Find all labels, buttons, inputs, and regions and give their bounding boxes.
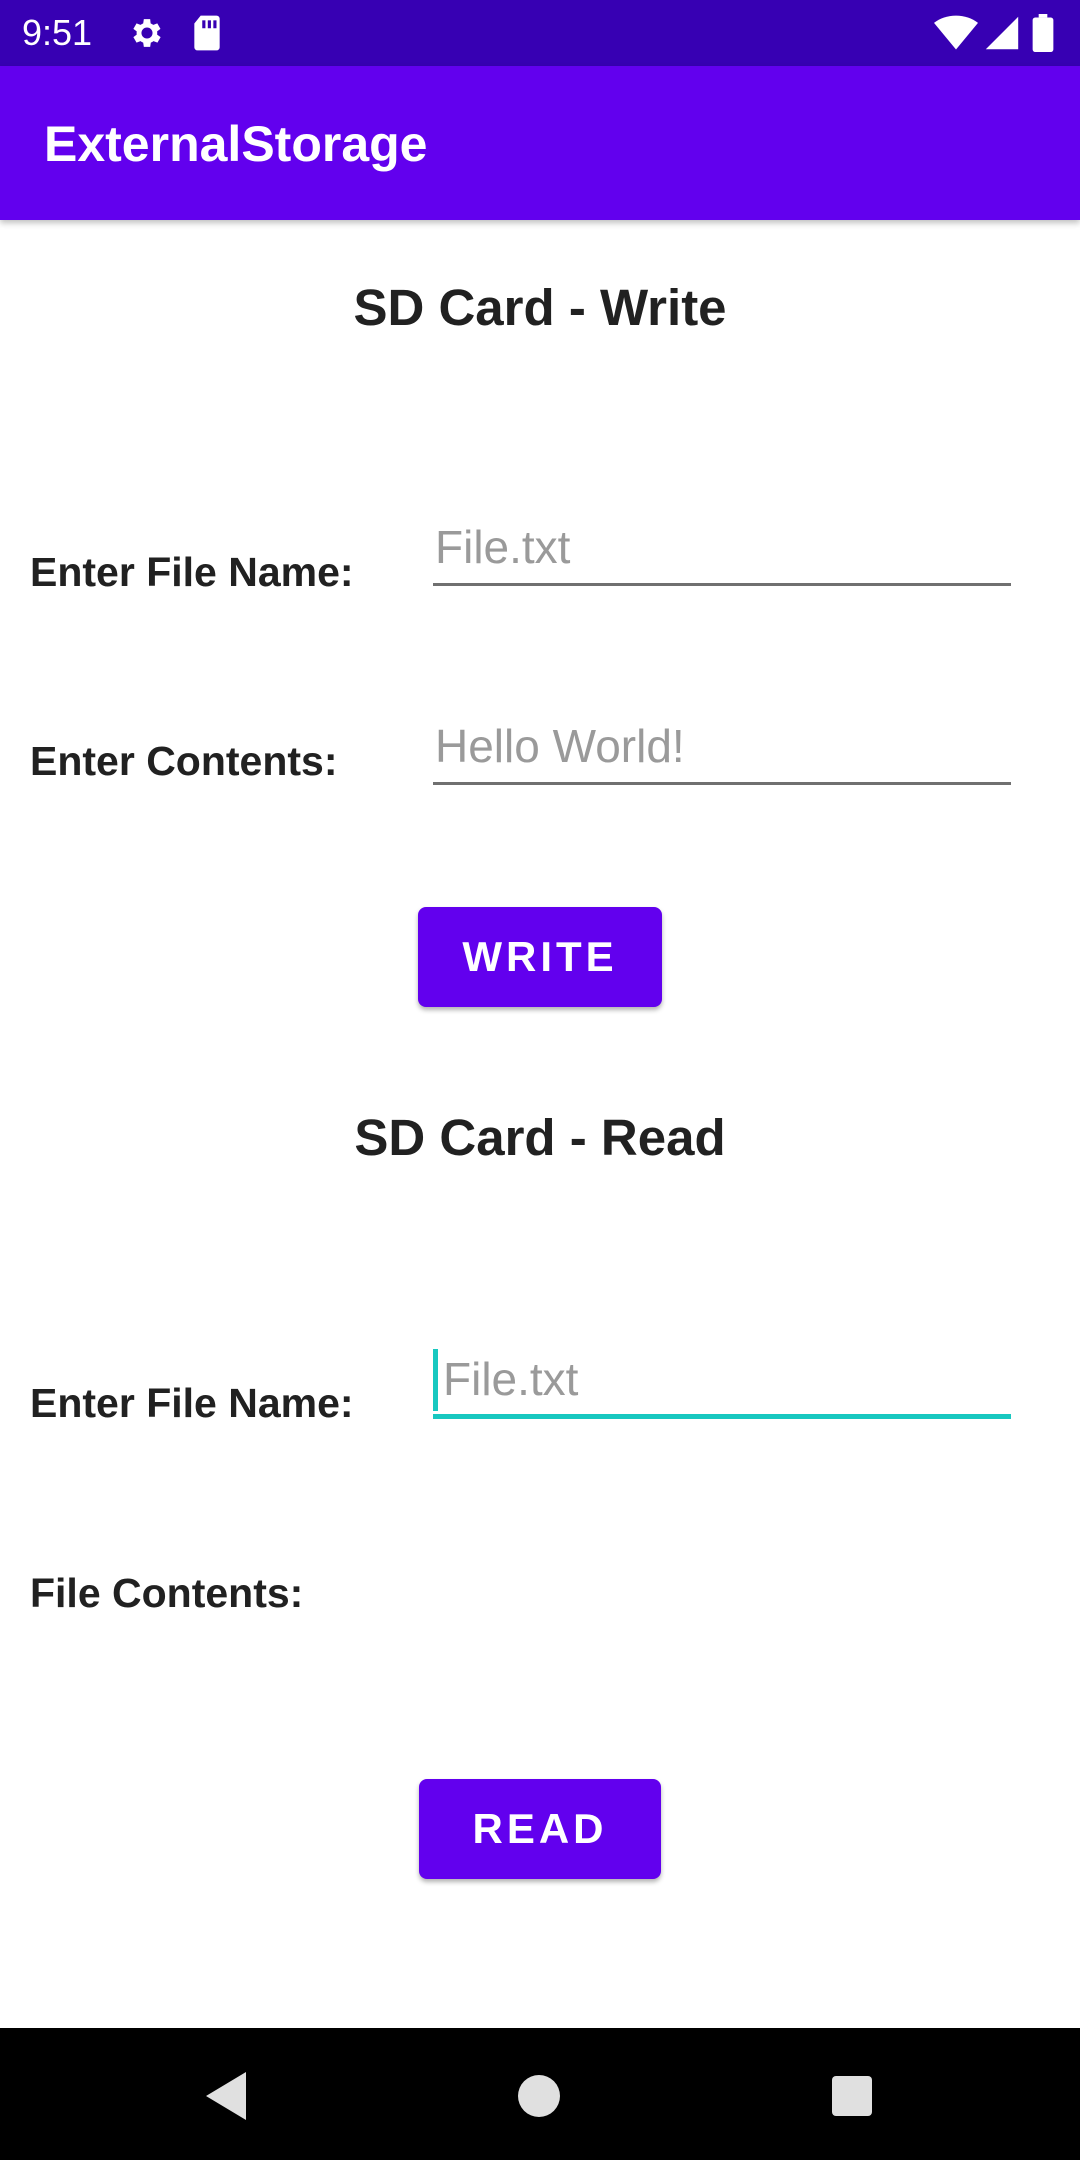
write-button[interactable]: WRITE <box>418 907 662 1007</box>
read-file-name-label: Enter File Name: <box>30 1380 354 1426</box>
wifi-icon <box>934 14 978 57</box>
write-section-title: SD Card - Write <box>353 279 727 336</box>
write-contents-input[interactable] <box>433 709 1011 785</box>
read-section-title: SD Card - Read <box>354 1109 726 1166</box>
write-file-name-label: Enter File Name: <box>30 549 354 595</box>
sd-card-icon <box>190 14 224 57</box>
status-bar: 9:51 <box>0 0 1080 66</box>
status-time: 9:51 <box>22 12 93 53</box>
recents-icon[interactable] <box>822 2066 882 2126</box>
app-title: ExternalStorage <box>44 116 428 172</box>
navigation-bar <box>0 2028 1080 2160</box>
read-contents-label: File Contents: <box>30 1570 304 1616</box>
back-icon[interactable] <box>196 2066 256 2126</box>
home-icon[interactable] <box>509 2066 569 2126</box>
app-bar: ExternalStorage <box>0 66 1080 220</box>
read-file-name-input[interactable] <box>433 1343 1011 1419</box>
gear-icon <box>128 14 166 57</box>
read-button[interactable]: READ <box>419 1779 661 1879</box>
write-file-name-input[interactable] <box>433 510 1011 586</box>
text-cursor <box>433 1349 438 1411</box>
signal-icon <box>984 14 1020 57</box>
write-contents-label: Enter Contents: <box>30 738 338 784</box>
battery-icon <box>1032 14 1054 57</box>
